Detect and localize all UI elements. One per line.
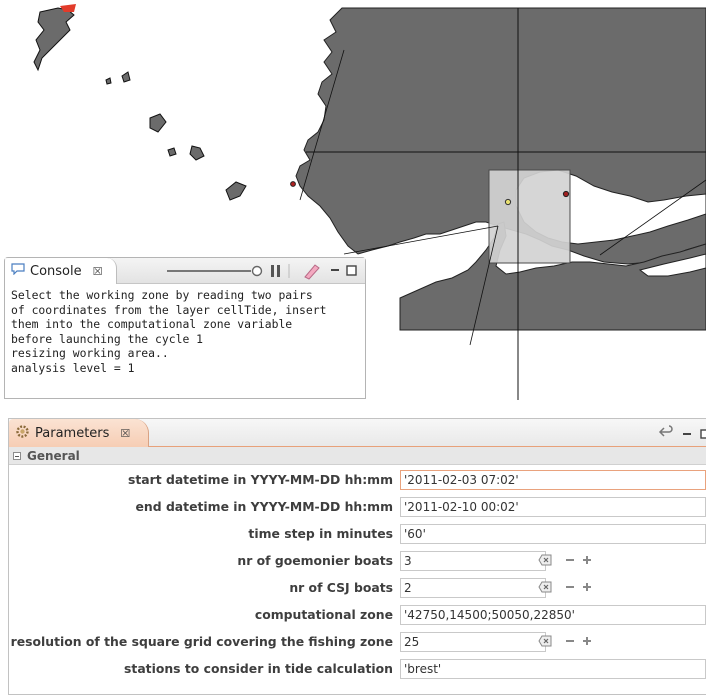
param-row-tide-stations: stations to consider in tide calculation… <box>9 658 706 680</box>
tab-console[interactable]: Console ☒ <box>5 258 117 284</box>
param-row-time-step: time step in minutes '60' <box>9 523 706 545</box>
time-step-input[interactable]: '60' <box>400 524 706 544</box>
parameters-toolbar <box>658 424 706 443</box>
clear-icon[interactable] <box>538 581 552 593</box>
console-view: Console ☒ Select the working zone by rea… <box>4 257 366 399</box>
param-label: computational zone <box>254 607 393 622</box>
tide-stations-input[interactable]: 'brest' <box>400 659 706 679</box>
console-toolbar <box>167 264 357 280</box>
scroll-lock-slider[interactable] <box>167 265 263 277</box>
pause-icon[interactable] <box>271 265 280 277</box>
maximize-icon[interactable] <box>346 265 357 276</box>
parameters-tab-label: Parameters <box>35 425 110 441</box>
param-row-end-datetime: end datetime in YYYY-MM-DD hh:mm '2011-0… <box>9 496 706 518</box>
gear-icon <box>15 424 30 443</box>
console-output: Select the working zone by reading two p… <box>11 288 327 375</box>
end-datetime-input[interactable]: '2011-02-10 00:02' <box>400 497 706 517</box>
section-general-title: General <box>27 448 80 463</box>
station-marker <box>290 181 296 187</box>
grid-resolution-input[interactable]: 25 <box>400 632 546 652</box>
param-label: stations to consider in tide calculation <box>124 661 393 676</box>
param-row-goemonier-boats: nr of goemonier boats 3 <box>9 550 706 572</box>
start-datetime-input[interactable]: '2011-02-03 07:02' <box>400 470 706 490</box>
clear-console-icon[interactable] <box>304 264 320 280</box>
minus-icon[interactable] <box>565 555 575 565</box>
parameters-tabbar: Parameters ☒ <box>9 419 706 447</box>
param-label: resolution of the square grid covering t… <box>10 634 393 649</box>
param-row-start-datetime: start datetime in YYYY-MM-DD hh:mm '2011… <box>9 469 706 491</box>
goemonier-boats-input[interactable]: 3 <box>400 551 546 571</box>
station-marker <box>504 198 512 206</box>
param-label: end datetime in YYYY-MM-DD hh:mm <box>135 499 393 514</box>
clear-icon[interactable] <box>538 635 552 647</box>
param-label: nr of CSJ boats <box>289 580 393 595</box>
console-tab-label: Console <box>30 263 82 279</box>
param-row-grid-resolution: resolution of the square grid covering t… <box>9 631 706 653</box>
collapse-icon[interactable] <box>13 451 21 460</box>
param-label: start datetime in YYYY-MM-DD hh:mm <box>127 472 393 487</box>
console-icon <box>11 263 25 279</box>
plus-icon[interactable] <box>582 555 592 565</box>
close-icon[interactable]: ☒ <box>120 427 130 440</box>
undo-icon[interactable] <box>658 424 674 443</box>
maximize-icon[interactable] <box>700 424 706 443</box>
minimize-icon[interactable] <box>331 269 339 271</box>
computational-zone-input[interactable]: '42750,14500;50050,22850' <box>400 605 706 625</box>
console-tabbar: Console ☒ <box>5 258 365 284</box>
plus-icon[interactable] <box>582 582 592 592</box>
minus-icon[interactable] <box>565 582 575 592</box>
map-island <box>167 147 177 157</box>
station-marker <box>562 190 570 198</box>
param-label: time step in minutes <box>248 526 393 541</box>
close-icon[interactable]: ☒ <box>93 265 103 278</box>
csj-boats-input[interactable]: 2 <box>400 578 546 598</box>
section-general[interactable]: General <box>9 447 706 465</box>
param-row-computational-zone: computational zone '42750,14500;50050,22… <box>9 604 706 626</box>
minimize-icon[interactable] <box>682 424 692 443</box>
computational-zone-rect <box>488 169 571 264</box>
minus-icon[interactable] <box>565 636 575 646</box>
param-label: nr of goemonier boats <box>237 553 393 568</box>
tab-parameters[interactable]: Parameters ☒ <box>9 419 149 447</box>
parameters-view: Parameters ☒ General start datetime in Y… <box>8 418 706 695</box>
plus-icon[interactable] <box>582 636 592 646</box>
param-row-csj-boats: nr of CSJ boats 2 <box>9 577 706 599</box>
clear-icon[interactable] <box>538 554 552 566</box>
